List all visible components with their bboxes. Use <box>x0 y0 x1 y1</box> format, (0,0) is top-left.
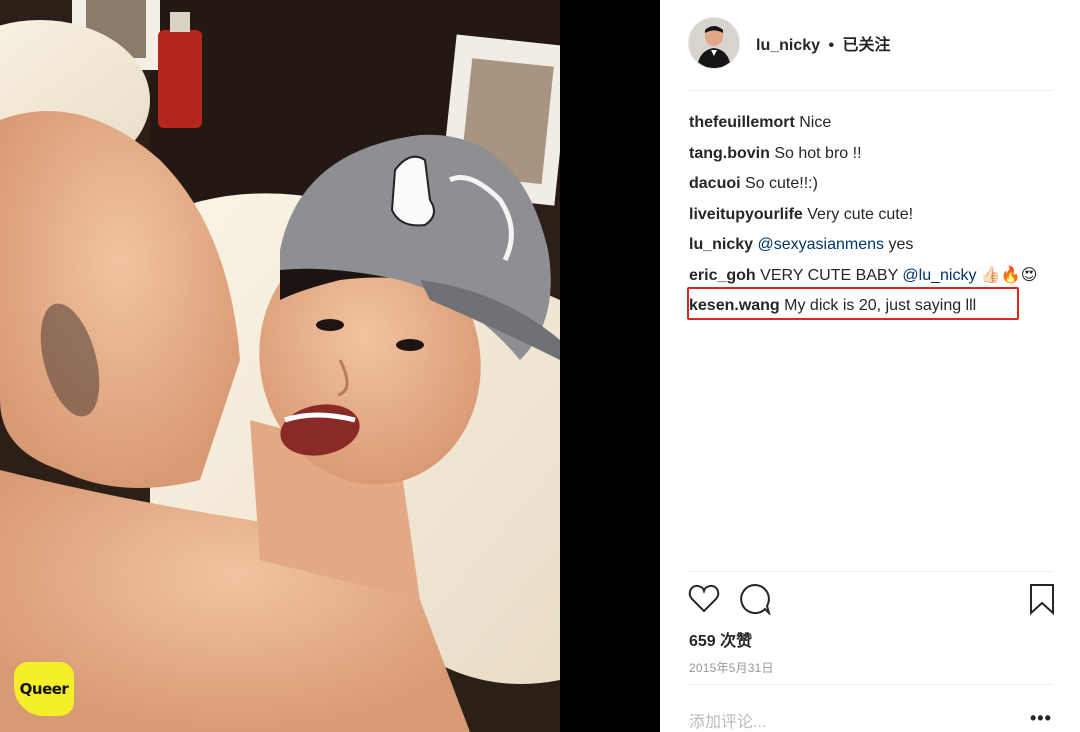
header-divider <box>688 90 1053 91</box>
like-count[interactable]: 659 次赞 <box>689 627 752 651</box>
queer-watermark-logo: Queer <box>14 662 74 716</box>
comment-mention-link[interactable]: @sexyasianmens <box>757 236 884 253</box>
comment-username[interactable]: liveitupyourlife <box>689 206 803 223</box>
actions-bar <box>688 583 1058 617</box>
post-date: 2015年5月31日 <box>689 661 774 675</box>
comment-text: So hot bro !! <box>774 144 862 162</box>
follow-status-button[interactable]: 已关注 <box>843 37 891 54</box>
comment-text: yes <box>884 236 914 253</box>
comment-row: tang.bovin So hot bro !! <box>689 139 1059 170</box>
avatar[interactable] <box>688 17 740 69</box>
photo-illustration <box>0 0 560 732</box>
comment-username[interactable]: eric_goh <box>689 267 756 284</box>
heart-icon[interactable] <box>688 583 720 620</box>
bookmark-icon[interactable] <box>1029 583 1055 620</box>
comment-username[interactable]: thefeuillemort <box>689 114 795 131</box>
comment-username[interactable]: tang.bovin <box>689 145 770 162</box>
actions-divider <box>688 571 1053 572</box>
username-link[interactable]: lu_nicky <box>756 37 820 54</box>
post-header: lu_nicky • 已关注 <box>688 16 891 70</box>
photo-letterbox <box>560 0 660 732</box>
comment-highlight-box <box>687 287 1019 320</box>
header-text: lu_nicky • 已关注 <box>756 31 891 55</box>
add-comment-input[interactable]: 添加评论... <box>689 708 766 732</box>
comment-text: Very cute cute! <box>807 205 914 223</box>
avatar-image <box>689 18 739 68</box>
post-photo[interactable]: Queer <box>0 0 560 732</box>
comment-text: Nice <box>799 114 832 131</box>
comment-mention-link[interactable]: @lu_nicky <box>902 267 976 284</box>
comment-text: VERY CUTE BABY <box>760 266 903 284</box>
comment-text: So cute!!:) <box>745 175 818 192</box>
comment-row: thefeuillemort Nice <box>689 108 1059 139</box>
comment-input-divider <box>688 684 1053 685</box>
comment-row: lu_nicky @sexyasianmens yes <box>689 230 1059 261</box>
comment-username[interactable]: lu_nicky <box>689 236 753 253</box>
more-options-button[interactable]: ••• <box>1030 708 1052 729</box>
comment-row: dacuoi So cute!!:) <box>689 169 1059 200</box>
post-sidebar: lu_nicky • 已关注 thefeuillemort Nice tang.b… <box>660 0 1080 732</box>
comment-row: liveitupyourlife Very cute cute! <box>689 200 1059 231</box>
comment-text: 👍🏻🔥😍 <box>976 266 1038 284</box>
comment-username[interactable]: dacuoi <box>689 175 741 192</box>
comment-icon[interactable] <box>739 583 772 620</box>
separator-dot: • <box>828 37 835 54</box>
